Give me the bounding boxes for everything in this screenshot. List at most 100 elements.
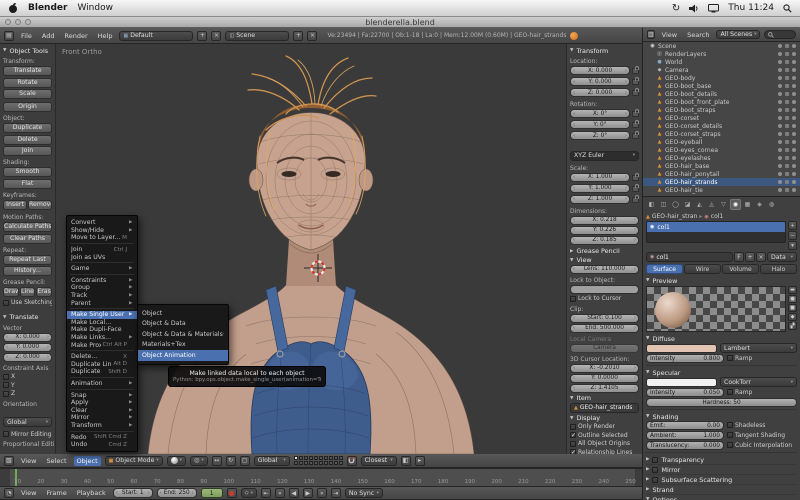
preview-sphere-icon[interactable]: ● — [788, 295, 797, 303]
render-anim-button[interactable]: ▸ — [415, 456, 425, 466]
material-type-tab[interactable]: Surface — [646, 264, 683, 274]
menu-item[interactable]: Make Dupli-Face ▶ — [67, 326, 137, 334]
outliner-row[interactable]: ▲ GEO-boot_base — [643, 82, 800, 90]
timeline-menu-frame[interactable]: Frame — [43, 488, 69, 498]
lock-icon[interactable] — [632, 133, 639, 139]
hardness-slider[interactable]: Hardness: 50 — [646, 398, 797, 407]
lock-icon[interactable] — [632, 197, 639, 203]
outliner-row[interactable]: ▲ GEO-boot_straps — [643, 106, 800, 114]
restrict-toggles[interactable] — [778, 124, 800, 128]
restrict-toggles[interactable] — [778, 156, 800, 160]
material-slot-active[interactable]: ◉ col1 — [647, 222, 785, 232]
shading-checkbox[interactable]: Tangent Shading — [727, 431, 797, 439]
app-menu-window[interactable]: Window — [77, 3, 113, 13]
add-scene-button[interactable]: + — [293, 31, 303, 41]
mirror-editing-checkbox[interactable]: Mirror Editing — [3, 430, 52, 438]
collapsed-panel-header[interactable]: ▶ Strand — [646, 485, 797, 495]
timeline-menu-playback[interactable]: Playback — [74, 488, 109, 498]
mode-dropdown[interactable]: ■ Object Mode▾ — [105, 456, 163, 466]
outliner-row[interactable]: ◉ Scene — [643, 42, 800, 50]
preview-cube-icon[interactable]: ■ — [788, 304, 797, 312]
lock-icon[interactable] — [632, 90, 639, 96]
slot-specials-button[interactable]: ▾ — [788, 241, 797, 250]
context-tab-icon[interactable]: ▦ — [742, 199, 753, 210]
diffuse-color-swatch[interactable] — [646, 344, 717, 353]
menu-item[interactable]: Constraints ▶ — [67, 277, 137, 285]
menu-item[interactable]: Make Single User ▶ — [67, 311, 137, 319]
restrict-toggles[interactable] — [778, 100, 800, 104]
collapse-icon[interactable]: ▼ — [570, 396, 573, 401]
insert-keyframe-button[interactable]: Insert — [3, 200, 27, 210]
context-tab-icon[interactable]: ◯ — [670, 199, 681, 210]
use-sketching-checkbox[interactable]: Use Sketching S — [3, 299, 52, 307]
restrict-toggles[interactable] — [778, 84, 800, 88]
context-tab-icon[interactable]: ▽ — [718, 199, 729, 210]
vector-field[interactable]: ‹Z: 0.000› — [3, 353, 52, 362]
collapse-icon[interactable]: ▼ — [3, 315, 6, 320]
line-button[interactable]: Line — [20, 287, 36, 297]
orientation-dropdown[interactable]: Global▾ — [3, 417, 52, 427]
context-tab-icon[interactable]: ◉ — [730, 199, 741, 210]
collapsed-panel-header[interactable]: ▶ Mirror — [646, 465, 797, 475]
outliner-row[interactable]: ▲ GEO-hair_tie — [643, 186, 800, 194]
panel-enable-checkbox[interactable] — [652, 477, 658, 483]
menu-item[interactable]: Duplicate Linked Alt D ▶ — [67, 361, 137, 369]
lock-to-cursor-checkbox[interactable]: Lock to Cursor — [570, 295, 639, 303]
outliner-row[interactable]: ▲ GEO-eyelashes — [643, 154, 800, 162]
collapse-icon[interactable]: ▼ — [570, 416, 573, 421]
sync-dropdown[interactable]: No Sync▾ — [345, 488, 383, 498]
menu-item[interactable]: Make Links... ▶ — [67, 334, 137, 342]
editor-type-icon[interactable]: ▥ — [647, 30, 655, 39]
context-tab-icon[interactable]: ◧ — [646, 199, 657, 210]
keying-set-dropdown[interactable]: ◇▾ — [241, 488, 257, 498]
restrict-toggles[interactable] — [778, 76, 800, 80]
context-tab-icon[interactable]: ◪ — [682, 199, 693, 210]
clear-paths-button[interactable]: Clear Paths — [3, 234, 52, 244]
rotation-mode-dropdown[interactable]: XYZ Euler▾ — [570, 151, 639, 161]
menu-item[interactable]: Apply ▶ — [67, 399, 137, 407]
outliner-menu-view[interactable]: View — [659, 30, 680, 40]
location-field[interactable]: ‹X: 0.000› — [570, 66, 630, 75]
dimension-field[interactable]: ‹X: 0.218› — [570, 216, 639, 225]
constraint-axis-checkbox[interactable]: X — [3, 373, 52, 381]
display-icon[interactable] — [708, 4, 719, 13]
menu-item[interactable]: Make Proxy... Ctrl Alt P ▶ — [67, 341, 137, 349]
screen-layout-dropdown[interactable]: ▦ Default — [119, 31, 193, 41]
snap-target-dropdown[interactable]: Closest▾ — [361, 456, 397, 466]
menu-item[interactable]: Animation ▶ — [67, 380, 137, 388]
view3d-menu-object[interactable]: Object — [74, 456, 101, 466]
lock-icon[interactable] — [632, 122, 639, 128]
scale-button[interactable]: Scale — [3, 89, 52, 99]
delete-scene-button[interactable]: × — [307, 31, 317, 41]
outliner-row[interactable]: ▲ GEO-hair_strands — [643, 178, 800, 186]
shading-slider[interactable]: Ambient:1.000 — [646, 431, 724, 440]
fake-user-button[interactable]: F — [734, 252, 744, 262]
restrict-toggles[interactable] — [778, 116, 800, 120]
lock-icon[interactable] — [632, 186, 639, 192]
collapse-icon[interactable]: ▶ — [570, 249, 573, 254]
draw-button[interactable]: Draw — [3, 287, 19, 297]
restrict-toggles[interactable] — [778, 68, 800, 72]
shading-slider[interactable]: Translucency:0.000 — [646, 441, 724, 450]
menu-item[interactable]: Convert ▶ — [67, 219, 137, 227]
rotation-field[interactable]: ‹Y: 0°› — [570, 120, 630, 129]
lock-icon[interactable] — [632, 79, 639, 85]
menu-item[interactable]: Parent ▶ — [67, 299, 137, 307]
outliner-row[interactable]: ▲ GEO-boot_front_plate — [643, 98, 800, 106]
clip-end-field[interactable]: ‹End: 500.000› — [570, 324, 639, 333]
menu-item[interactable]: Join as UVs ▶ — [67, 253, 137, 261]
material-name-field[interactable]: ◉ col1 — [646, 252, 733, 262]
outliner-row[interactable]: ▲ GEO-hair_ponytail — [643, 170, 800, 178]
lens-field[interactable]: ‹Lens: 110.000› — [570, 265, 639, 274]
outliner-row[interactable]: ▥ RenderLayers — [643, 50, 800, 58]
menu-file[interactable]: File — [18, 31, 35, 41]
restrict-toggles[interactable] — [778, 60, 800, 64]
restrict-toggles[interactable] — [778, 140, 800, 144]
smooth-button[interactable]: Smooth — [3, 167, 52, 177]
remove-slot-button[interactable]: − — [788, 231, 797, 240]
play-reverse-button[interactable]: ◀ — [289, 488, 299, 498]
context-tab-icon[interactable]: ◈ — [754, 199, 765, 210]
outliner-row[interactable]: ● World — [643, 58, 800, 66]
restrict-toggles[interactable] — [778, 164, 800, 168]
outliner-row[interactable]: ▲ GEO-corset_straps — [643, 130, 800, 138]
